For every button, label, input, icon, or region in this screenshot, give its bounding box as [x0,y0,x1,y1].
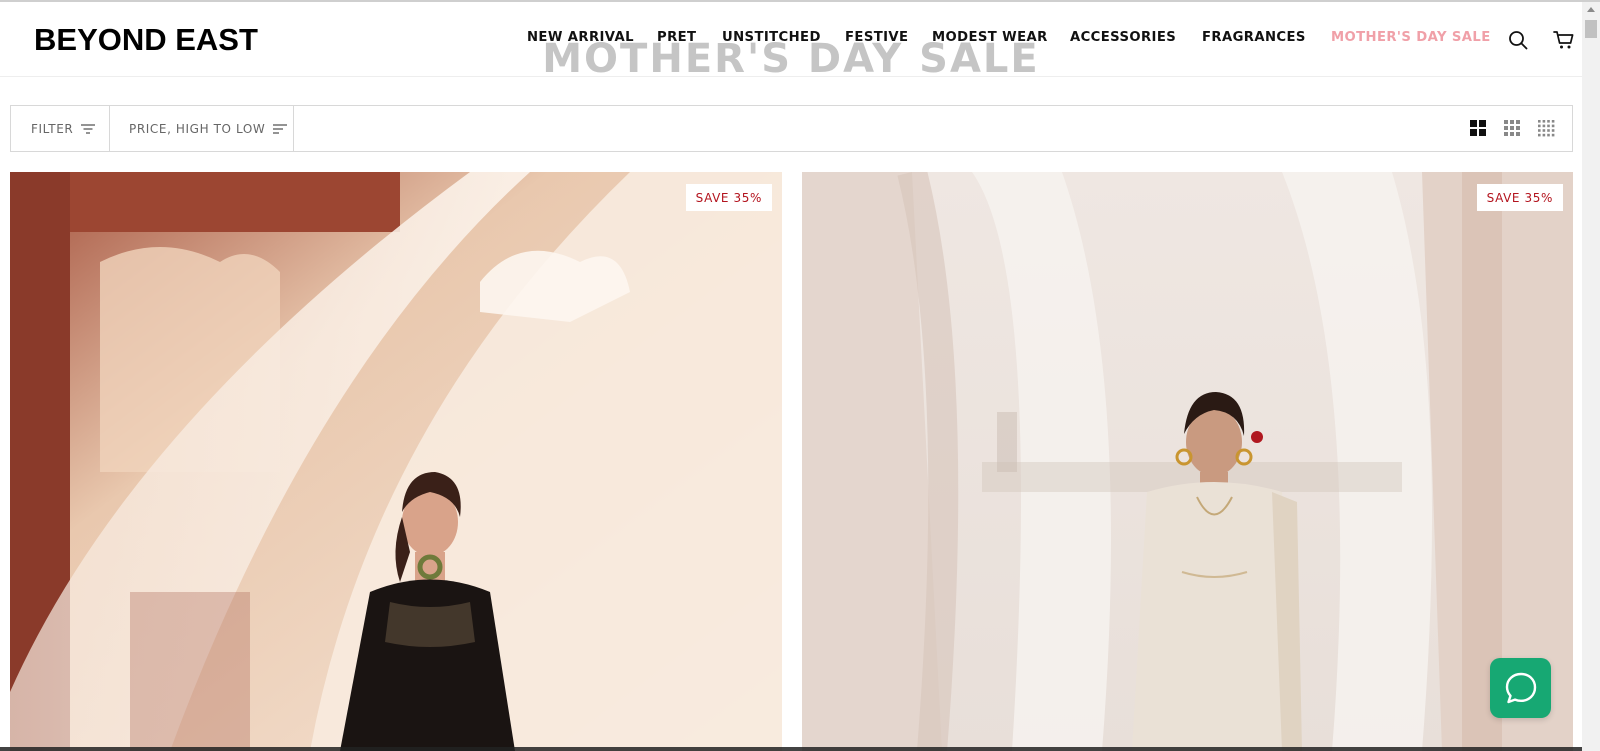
grid-4-icon[interactable] [1537,119,1555,137]
search-button[interactable] [1506,28,1530,52]
sort-button[interactable]: PRICE, HIGH TO LOW [129,106,288,151]
brand-logo[interactable]: BEYOND EAST [34,22,258,58]
cart-button[interactable] [1552,28,1576,52]
sort-label: PRICE, HIGH TO LOW [129,121,266,136]
discount-badge: SAVE 35% [1476,184,1563,211]
collection-toolbar: FILTER PRICE, HIGH TO LOW [10,105,1573,152]
product-image[interactable] [10,172,782,751]
nav-item-fragrances[interactable]: FRAGRANCES [1202,30,1306,45]
nav-item-festive[interactable]: FESTIVE [845,30,908,45]
product-image[interactable] [802,172,1573,751]
chat-bubble-icon [1505,672,1536,704]
filter-button[interactable]: FILTER [31,106,96,151]
cart-icon [1553,31,1574,49]
site-header: BEYOND EAST NEW ARRIVAL PRET UNSTITCHED … [0,2,1582,77]
product-card[interactable]: SAVE 35% [10,172,782,751]
nav-item-pret[interactable]: PRET [657,30,696,45]
scroll-up-arrow-icon[interactable] [1587,7,1595,12]
nav-item-accessories[interactable]: ACCESSORIES [1070,30,1176,45]
grid-2-icon[interactable] [1469,119,1487,137]
discount-badge: SAVE 35% [685,184,772,211]
chat-button[interactable] [1490,658,1551,718]
grid-3-icon[interactable] [1503,119,1521,137]
nav-item-modest-wear[interactable]: MODEST WEAR [932,30,1048,45]
nav-item-unstitched[interactable]: UNSTITCHED [722,30,821,45]
search-icon [1509,31,1528,50]
nav-item-mothers-day-sale[interactable]: MOTHER'S DAY SALE [1331,30,1491,45]
vertical-scrollbar[interactable] [1582,2,1600,751]
scroll-thumb[interactable] [1585,20,1597,38]
toolbar-divider [293,106,294,151]
toolbar-divider [109,106,110,151]
filter-icon [81,123,96,134]
sort-icon [273,123,288,134]
nav-item-new-arrival[interactable]: NEW ARRIVAL [527,30,634,45]
filter-label: FILTER [31,121,74,136]
window-bottom-edge [0,747,1582,751]
product-card[interactable]: SAVE 35% [802,172,1573,751]
